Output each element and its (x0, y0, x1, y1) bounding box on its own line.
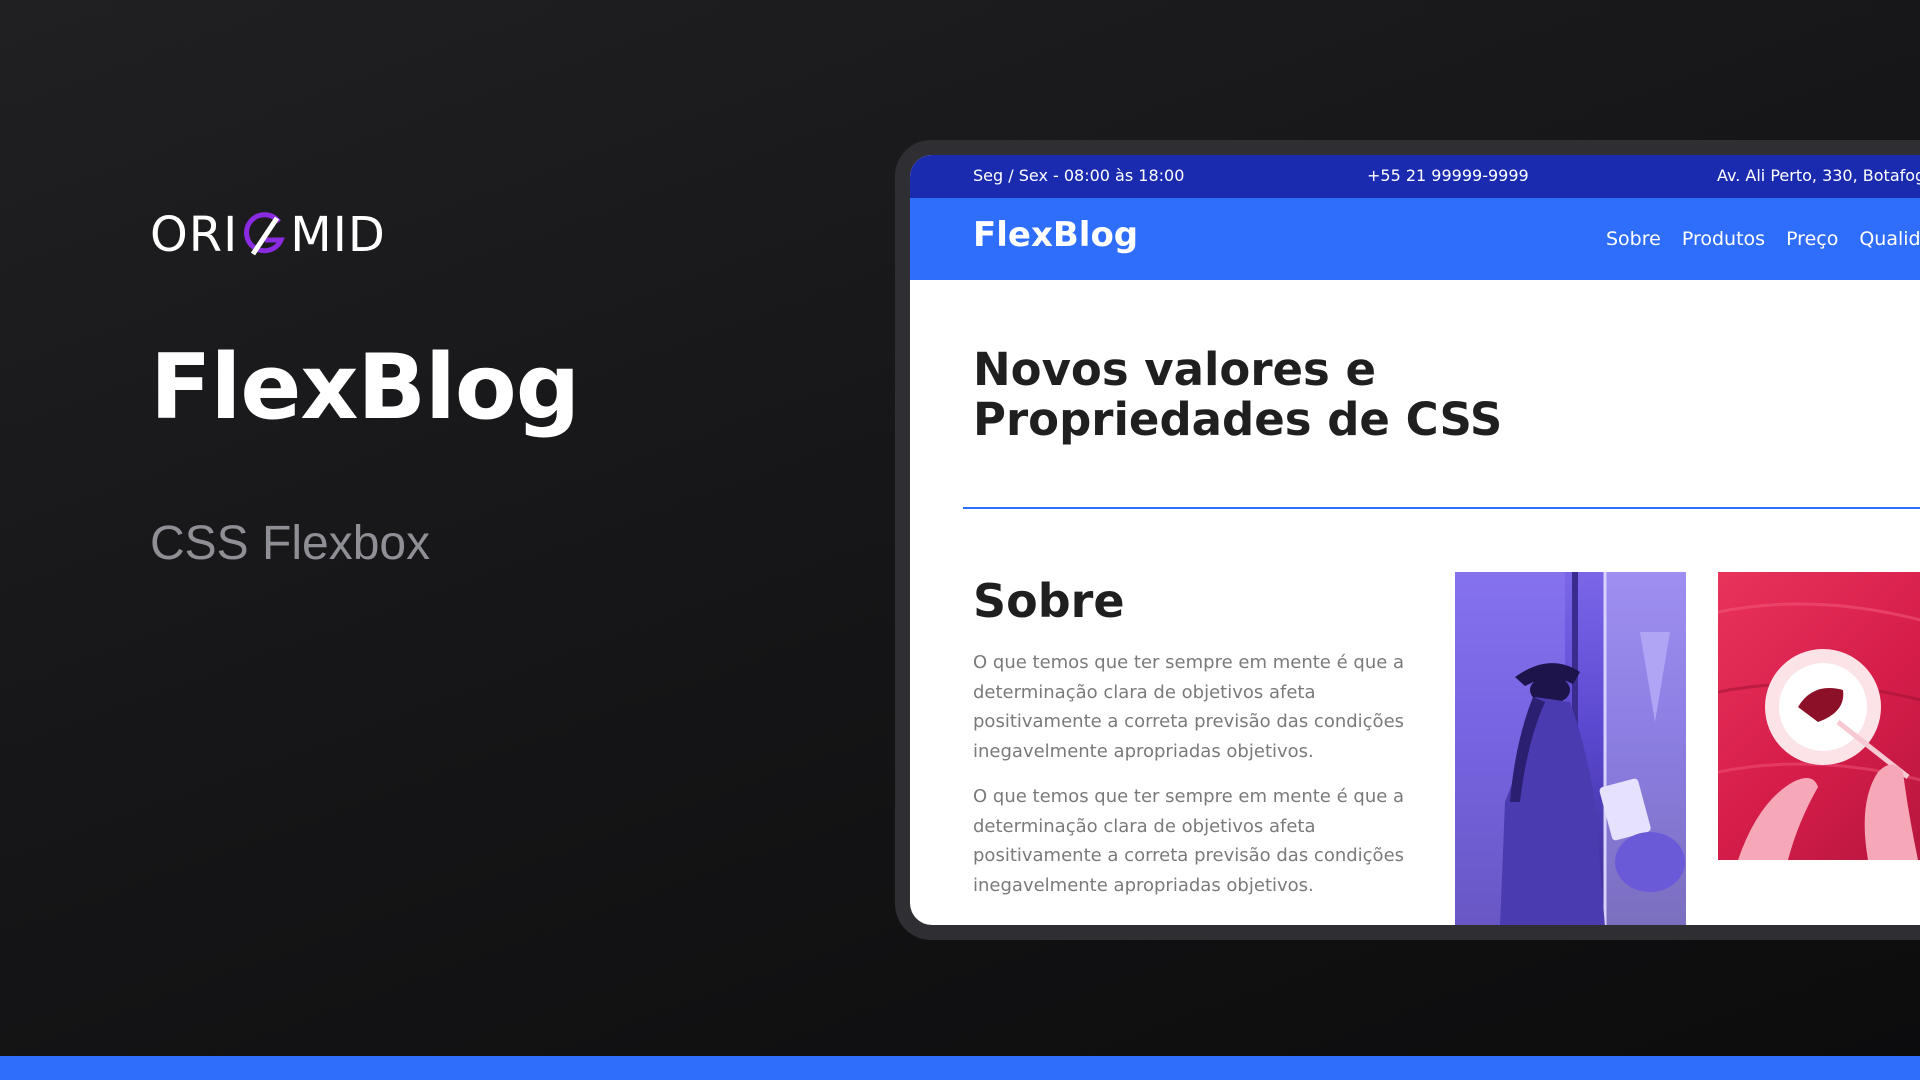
nav-link-preco[interactable]: Preço (1786, 228, 1838, 250)
bottom-accent-bar (0, 1056, 1920, 1080)
nav-link-sobre[interactable]: Sobre (1606, 228, 1661, 250)
website-preview: Seg / Sex - 08:00 às 18:00 +55 21 99999-… (910, 155, 1920, 925)
opening-hours: Seg / Sex - 08:00 às 18:00 (973, 166, 1185, 185)
origamid-logo: ORI MID (150, 210, 386, 260)
site-brand[interactable]: FlexBlog (973, 218, 1138, 252)
nav-link-produtos[interactable]: Produtos (1682, 228, 1765, 250)
sobre-paragraph-2: O que temos que ter sempre em mente é qu… (973, 786, 1405, 896)
nav-link-qualidade[interactable]: Qualidade (1859, 228, 1920, 250)
sobre-title: Sobre (973, 574, 1125, 628)
phone-number: +55 21 99999-9999 (1367, 166, 1529, 185)
hero-subtitle: CSS Flexbox (150, 517, 431, 570)
main-nav: Sobre Produtos Preço Qualidade (1606, 228, 1920, 250)
section-divider (963, 507, 1920, 509)
logo-text-end: MID (290, 207, 386, 263)
site-header: FlexBlog Sobre Produtos Preço Qualidade (910, 198, 1920, 280)
intro-title-line-2: Propriedades de CSS (973, 393, 1503, 446)
food-bowl-photo (1718, 572, 1920, 860)
hero-title: FlexBlog (150, 335, 580, 440)
sobre-paragraph-1: O que temos que ter sempre em mente é qu… (973, 652, 1405, 762)
intro-title-line-1: Novos valores e (973, 343, 1377, 396)
top-info-bar: Seg / Sex - 08:00 às 18:00 +55 21 99999-… (910, 155, 1920, 198)
address: Av. Ali Perto, 330, Botafogo (1717, 166, 1920, 185)
intro-title: Novos valores e Propriedades de CSS (973, 345, 1673, 445)
woman-reading-photo (1455, 572, 1686, 925)
logo-text-start: ORI (150, 207, 239, 263)
origamid-g-icon (239, 210, 289, 260)
